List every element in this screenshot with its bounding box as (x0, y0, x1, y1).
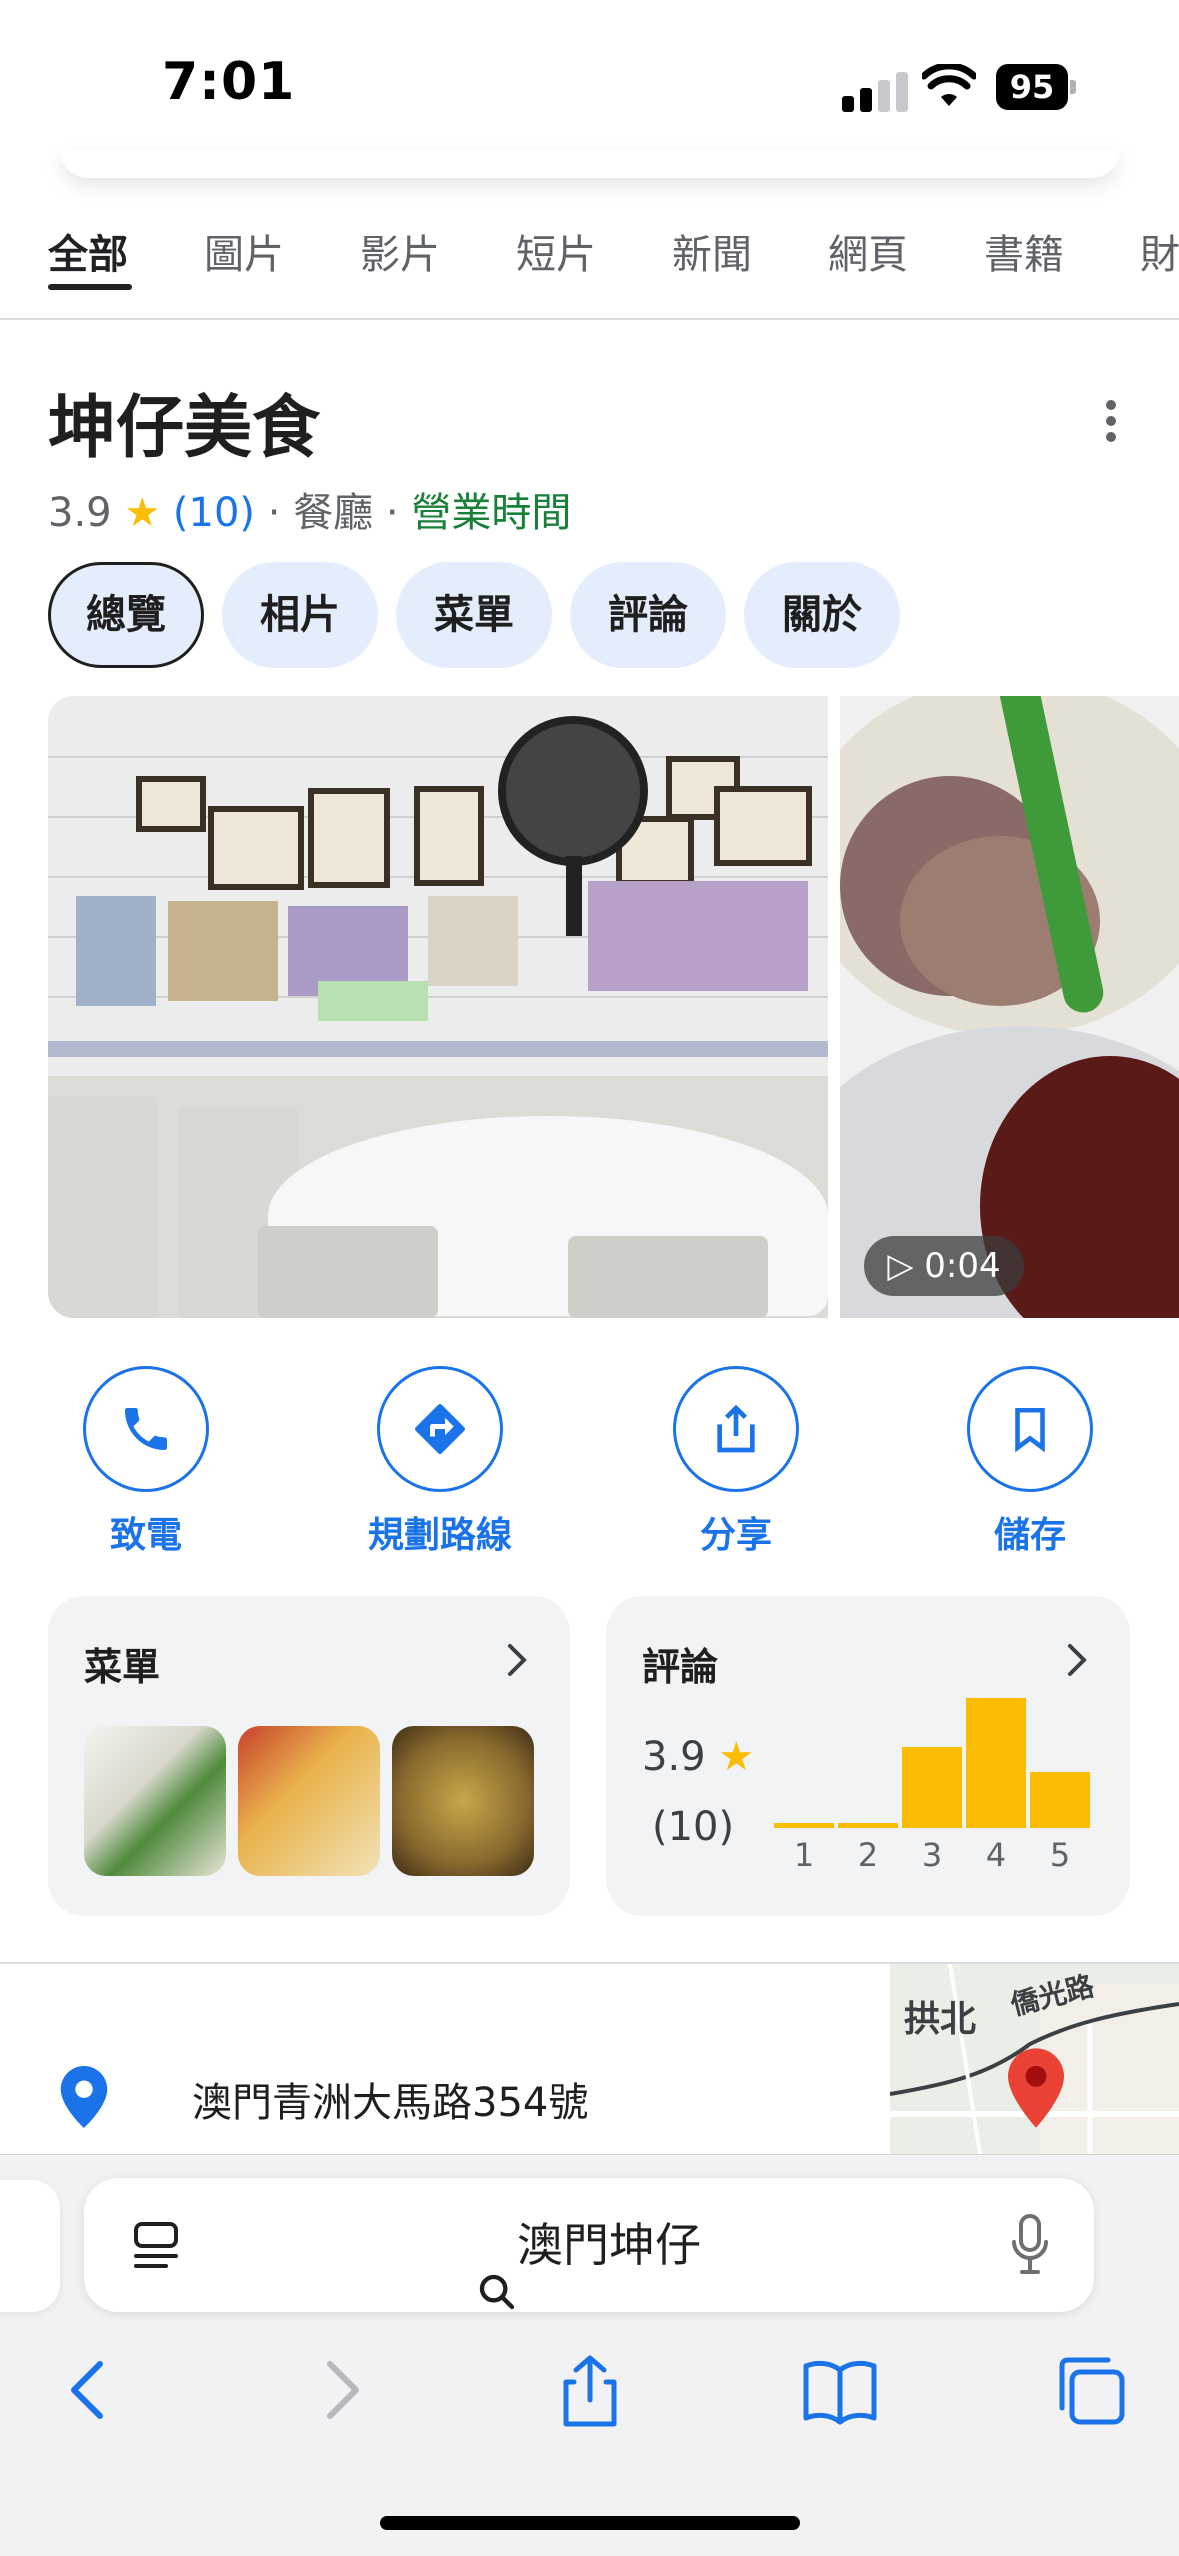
chevron-right-icon (1068, 1644, 1087, 1676)
tabs-icon[interactable] (1050, 2350, 1130, 2430)
tab-web[interactable]: 網頁 (828, 222, 908, 280)
tab-images[interactable]: 圖片 (204, 222, 284, 280)
search-tabs: 全部 圖片 影片 短片 新聞 網頁 書籍 財 (0, 200, 1179, 320)
search-icon (477, 2229, 517, 2309)
histogram-label-3: 3 (921, 1836, 943, 1874)
menu-card[interactable]: 菜單 (48, 1596, 570, 1916)
menu-card-title: 菜單 (84, 1645, 161, 1689)
play-icon: ▷ (887, 1246, 925, 1286)
directions-icon (415, 1404, 465, 1454)
call-button[interactable]: 致電 (46, 1366, 246, 1558)
search-header-edge (60, 150, 1120, 178)
battery-level: 95 (996, 64, 1068, 110)
review-score: 3.9 ★ (642, 1734, 754, 1780)
histogram-label-2: 2 (857, 1836, 879, 1874)
star-icon: ★ (124, 490, 161, 536)
directions-label: 規劃路線 (367, 1515, 512, 1556)
review-card-count: (10) (652, 1804, 735, 1850)
previous-tab-card[interactable] (0, 2180, 60, 2312)
food-video-thumbnail[interactable]: ▷ 0:04 (840, 696, 1179, 1318)
search-query-text: 澳門坤仔 (517, 2218, 701, 2272)
bookmark-icon (1015, 1407, 1045, 1453)
save-label: 儲存 (993, 1515, 1066, 1556)
address-text[interactable]: 澳門青洲大馬路354號 (192, 2070, 588, 2128)
histogram-bar-1 (774, 1823, 834, 1828)
phone-icon (125, 1408, 167, 1450)
chip-reviews[interactable]: 評論 (570, 562, 726, 668)
share-sheet-icon[interactable] (550, 2350, 630, 2430)
battery-icon: 95 (996, 64, 1076, 110)
histogram-label-5: 5 (1049, 1836, 1071, 1874)
review-count-link[interactable]: (10) (173, 490, 255, 536)
wifi-icon (922, 64, 976, 106)
histogram-bar-4 (966, 1698, 1026, 1828)
tab-all[interactable]: 全部 (48, 222, 128, 280)
menu-photo-2[interactable] (238, 1726, 380, 1876)
chip-menu[interactable]: 菜單 (396, 562, 552, 668)
menu-photo-1[interactable] (84, 1726, 226, 1876)
tab-finance[interactable]: 財 (1140, 222, 1179, 280)
reviews-card-title: 評論 (642, 1645, 719, 1689)
reviews-card[interactable]: 評論 3.9 ★ (10) 1 2 3 4 5 (606, 1596, 1130, 1916)
place-category: 餐廳 (293, 490, 374, 536)
call-label: 致電 (109, 1515, 182, 1556)
share-button[interactable]: 分享 (636, 1366, 836, 1558)
opening-hours-link[interactable]: 營業時間 (411, 490, 571, 536)
rating-value: 3.9 (48, 490, 112, 536)
chip-overview[interactable]: 總覽 (48, 562, 204, 668)
histogram-bar-2 (838, 1823, 898, 1828)
directions-button[interactable]: 規劃路線 (340, 1366, 540, 1558)
tab-videos[interactable]: 影片 (360, 222, 440, 280)
star-icon: ★ (718, 1734, 755, 1780)
search-query[interactable]: 澳門坤仔 (84, 2178, 1094, 2312)
place-title: 坤仔美食 (48, 389, 321, 468)
status-bar: 7:01 95 (0, 0, 1179, 170)
active-tab-indicator (48, 284, 132, 290)
status-time: 7:01 (162, 52, 296, 112)
histogram-bar-3 (902, 1747, 962, 1828)
histogram-label-4: 4 (985, 1836, 1007, 1874)
tab-news[interactable]: 新聞 (672, 222, 752, 280)
histogram-label-1: 1 (793, 1836, 815, 1874)
map-marker-icon (1008, 2048, 1064, 2128)
home-indicator (380, 2516, 800, 2530)
video-duration: 0:04 (924, 1246, 1001, 1286)
cellular-signal-icon (842, 68, 908, 112)
share-icon (717, 1404, 755, 1453)
save-button[interactable]: 儲存 (930, 1366, 1130, 1558)
microphone-icon[interactable] (1010, 2214, 1050, 2276)
more-options-icon[interactable] (1096, 396, 1126, 446)
share-label: 分享 (699, 1515, 772, 1556)
tab-books[interactable]: 書籍 (984, 222, 1064, 280)
menu-photo-3[interactable] (392, 1726, 534, 1876)
histogram-bar-5 (1030, 1772, 1090, 1828)
rating-line: 3.9 ★ (10) · 餐廳 · 營業時間 (48, 490, 572, 536)
forward-icon[interactable] (300, 2350, 380, 2430)
restaurant-interior-photo[interactable] (48, 696, 828, 1318)
chip-photos[interactable]: 相片 (222, 562, 378, 668)
chip-about[interactable]: 關於 (744, 562, 900, 668)
map-thumbnail[interactable]: 拱北 僑光路 (890, 1964, 1179, 2154)
tab-short-videos[interactable]: 短片 (516, 222, 596, 280)
chevron-right-icon (508, 1644, 527, 1676)
location-pin-icon (60, 2066, 108, 2128)
video-duration-badge: ▷ 0:04 (864, 1236, 1024, 1296)
address-bar[interactable]: 澳門坤仔 (84, 2178, 1094, 2312)
wall-fan (498, 716, 648, 866)
review-score-value: 3.9 (642, 1734, 706, 1780)
map-label-area: 拱北 (904, 1999, 977, 2040)
back-icon[interactable] (50, 2350, 130, 2430)
bookmarks-icon[interactable] (800, 2350, 880, 2430)
